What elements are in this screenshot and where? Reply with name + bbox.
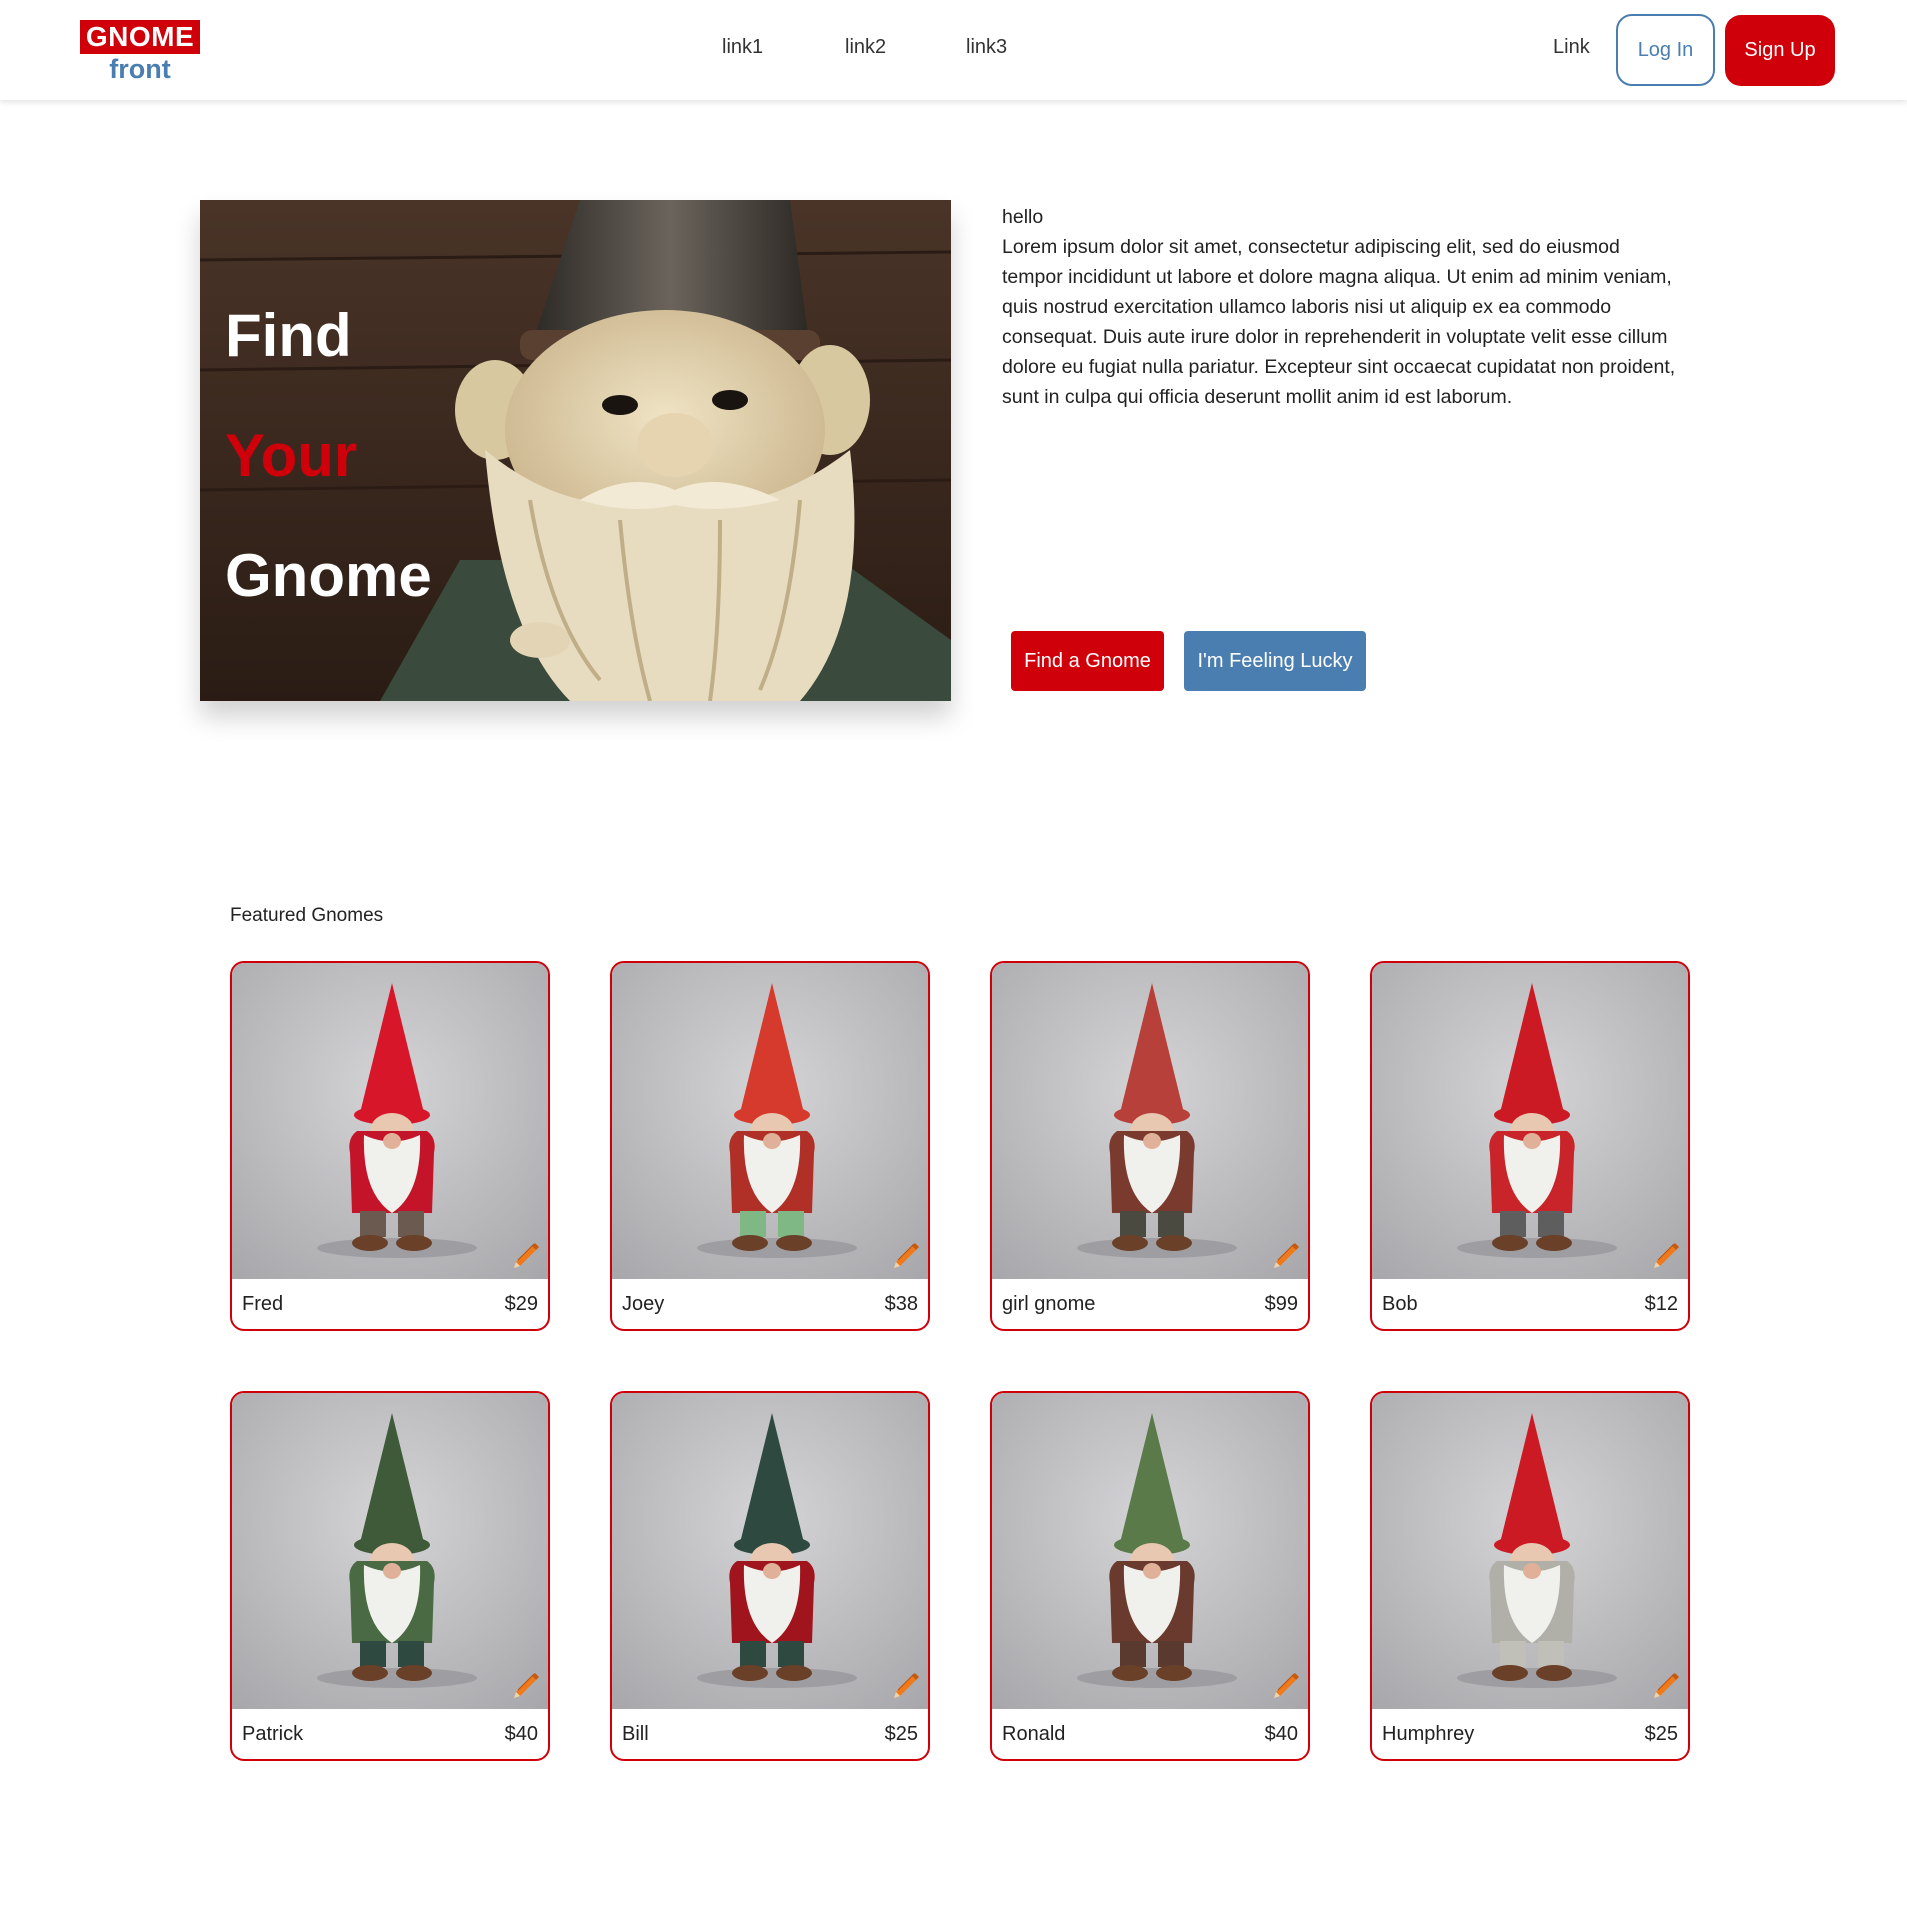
find-gnome-button[interactable]: Find a Gnome [1011, 631, 1164, 691]
gnome-card[interactable]: girl gnome $99 [990, 961, 1310, 1331]
pencil-icon[interactable] [890, 1668, 922, 1700]
hero-image: Find Your Gnome [200, 200, 951, 701]
gnome-name: Fred [242, 1293, 284, 1315]
gnome-card[interactable]: Humphrey $25 [1370, 1391, 1690, 1761]
pencil-icon[interactable] [1270, 1668, 1302, 1700]
nav-link-2[interactable]: link2 [845, 36, 886, 59]
logo-bottom-text: front [109, 54, 171, 84]
nav-link-right[interactable]: Link [1553, 36, 1590, 59]
logo-top-text: GNOME [80, 20, 200, 54]
gnome-price: $12 [1644, 1293, 1678, 1315]
gnome-name: Ronald [1002, 1723, 1066, 1745]
signup-button[interactable]: Sign Up [1725, 15, 1835, 86]
gnome-price: $25 [884, 1723, 918, 1745]
gnome-price: $40 [1264, 1723, 1298, 1745]
hero-word-gnome: Gnome [225, 542, 432, 609]
gnome-photo [612, 1393, 928, 1709]
pencil-icon[interactable] [1650, 1238, 1682, 1270]
nav-link-3[interactable]: link3 [966, 36, 1007, 59]
pencil-icon[interactable] [510, 1238, 542, 1270]
gnome-photo [992, 1393, 1308, 1709]
gnome-name: Humphrey [1382, 1723, 1475, 1745]
feeling-lucky-button[interactable]: I'm Feeling Lucky [1184, 631, 1366, 691]
gnome-price: $29 [504, 1293, 538, 1315]
navbar: GNOME front link1 link2 link3 Link Log I… [0, 0, 1907, 100]
gnome-photo [612, 963, 928, 1279]
gnome-name: Joey [622, 1293, 665, 1315]
gnome-card[interactable]: Joey $38 [610, 961, 930, 1331]
gnome-photo [1372, 963, 1688, 1279]
gnome-card[interactable]: Patrick $40 [230, 1391, 550, 1761]
featured-title: Featured Gnomes [230, 905, 384, 926]
gnome-name: girl gnome [1002, 1293, 1096, 1315]
hero-word-your: Your [225, 422, 358, 489]
gnome-name: Patrick [242, 1723, 304, 1745]
login-button[interactable]: Log In [1616, 14, 1715, 86]
gnome-photo [1372, 1393, 1688, 1709]
nav-link-1[interactable]: link1 [722, 36, 763, 59]
gnome-photo [232, 963, 548, 1279]
gnome-price: $38 [884, 1293, 918, 1315]
hero-greeting: hello [1002, 206, 1044, 228]
pencil-icon[interactable] [1650, 1668, 1682, 1700]
gnome-price: $99 [1264, 1293, 1298, 1315]
gnome-photo [992, 963, 1308, 1279]
gnome-photo [232, 1393, 548, 1709]
gnome-card[interactable]: Bill $25 [610, 1391, 930, 1761]
hero-body: Lorem ipsum dolor sit amet, consectetur … [1002, 236, 1676, 408]
gnome-price: $25 [1644, 1723, 1678, 1745]
pencil-icon[interactable] [1270, 1238, 1302, 1270]
pencil-icon[interactable] [890, 1238, 922, 1270]
hero-text: hello Lorem ipsum dolor sit amet, consec… [1002, 202, 1682, 412]
gnome-name: Bill [622, 1723, 649, 1745]
gnome-card[interactable]: Fred $29 [230, 961, 550, 1331]
gnome-card[interactable]: Ronald $40 [990, 1391, 1310, 1761]
gnome-name: Bob [1382, 1293, 1418, 1315]
gnome-price: $40 [504, 1723, 538, 1745]
gnome-card[interactable]: Bob $12 [1370, 961, 1690, 1331]
logo[interactable]: GNOME front [80, 20, 200, 84]
hero-word-find: Find [225, 302, 352, 369]
pencil-icon[interactable] [510, 1668, 542, 1700]
